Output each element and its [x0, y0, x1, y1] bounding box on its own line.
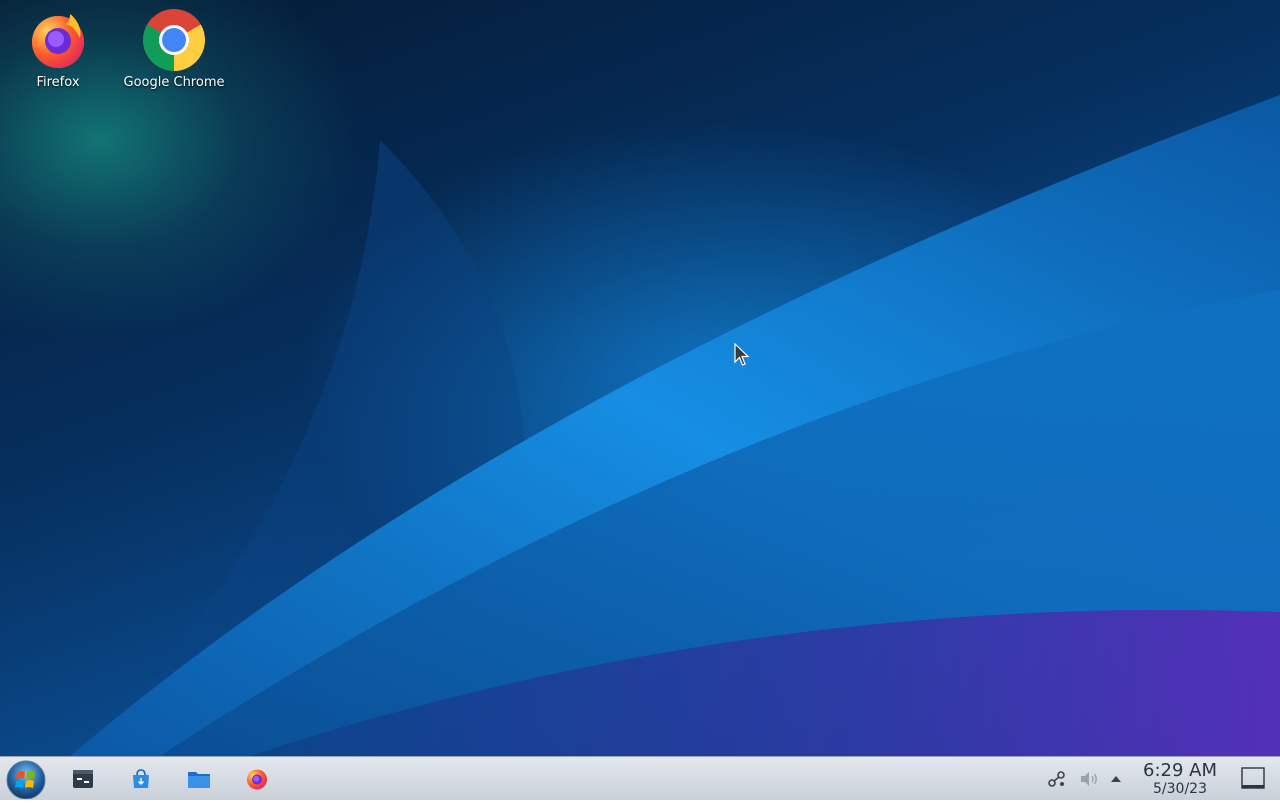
taskbar-software-store-button[interactable] [125, 763, 157, 795]
desktop-icon-label: Google Chrome [123, 75, 225, 90]
clock-time: 6:29 AM [1143, 760, 1217, 781]
expand-arrow-icon[interactable] [1106, 769, 1126, 789]
clock[interactable]: 6:29 AM 5/30/23 [1136, 760, 1224, 798]
show-desktop-button[interactable] [1238, 765, 1268, 793]
wallpaper-swooshes [70, 95, 1280, 756]
desktop-icon-firefox[interactable]: Firefox [3, 8, 113, 90]
terminal-window-icon [73, 770, 93, 788]
start-menu-button[interactable] [4, 759, 48, 800]
firefox-icon [26, 8, 90, 72]
taskbar-system-settings-button[interactable] [67, 763, 99, 795]
mouse-pointer-icon [734, 343, 750, 366]
desktop[interactable]: Firefox Google Chrome [0, 0, 1280, 756]
folder-icon [188, 772, 210, 788]
network-icon[interactable] [1047, 769, 1067, 789]
firefox-icon [247, 769, 267, 790]
clock-date: 5/30/23 [1153, 781, 1207, 797]
taskbar-firefox-button[interactable] [241, 763, 273, 795]
show-desktop-icon [1241, 767, 1265, 789]
windows-logo-icon [6, 760, 46, 800]
store-bag-icon [133, 769, 149, 788]
volume-icon[interactable] [1079, 769, 1099, 789]
taskbar: 6:29 AM 5/30/23 [0, 756, 1280, 800]
chrome-icon [142, 8, 206, 72]
taskbar-file-manager-button[interactable] [183, 763, 215, 795]
desktop-icon-google-chrome[interactable]: Google Chrome [119, 8, 229, 90]
desktop-icon-label: Firefox [36, 75, 80, 90]
